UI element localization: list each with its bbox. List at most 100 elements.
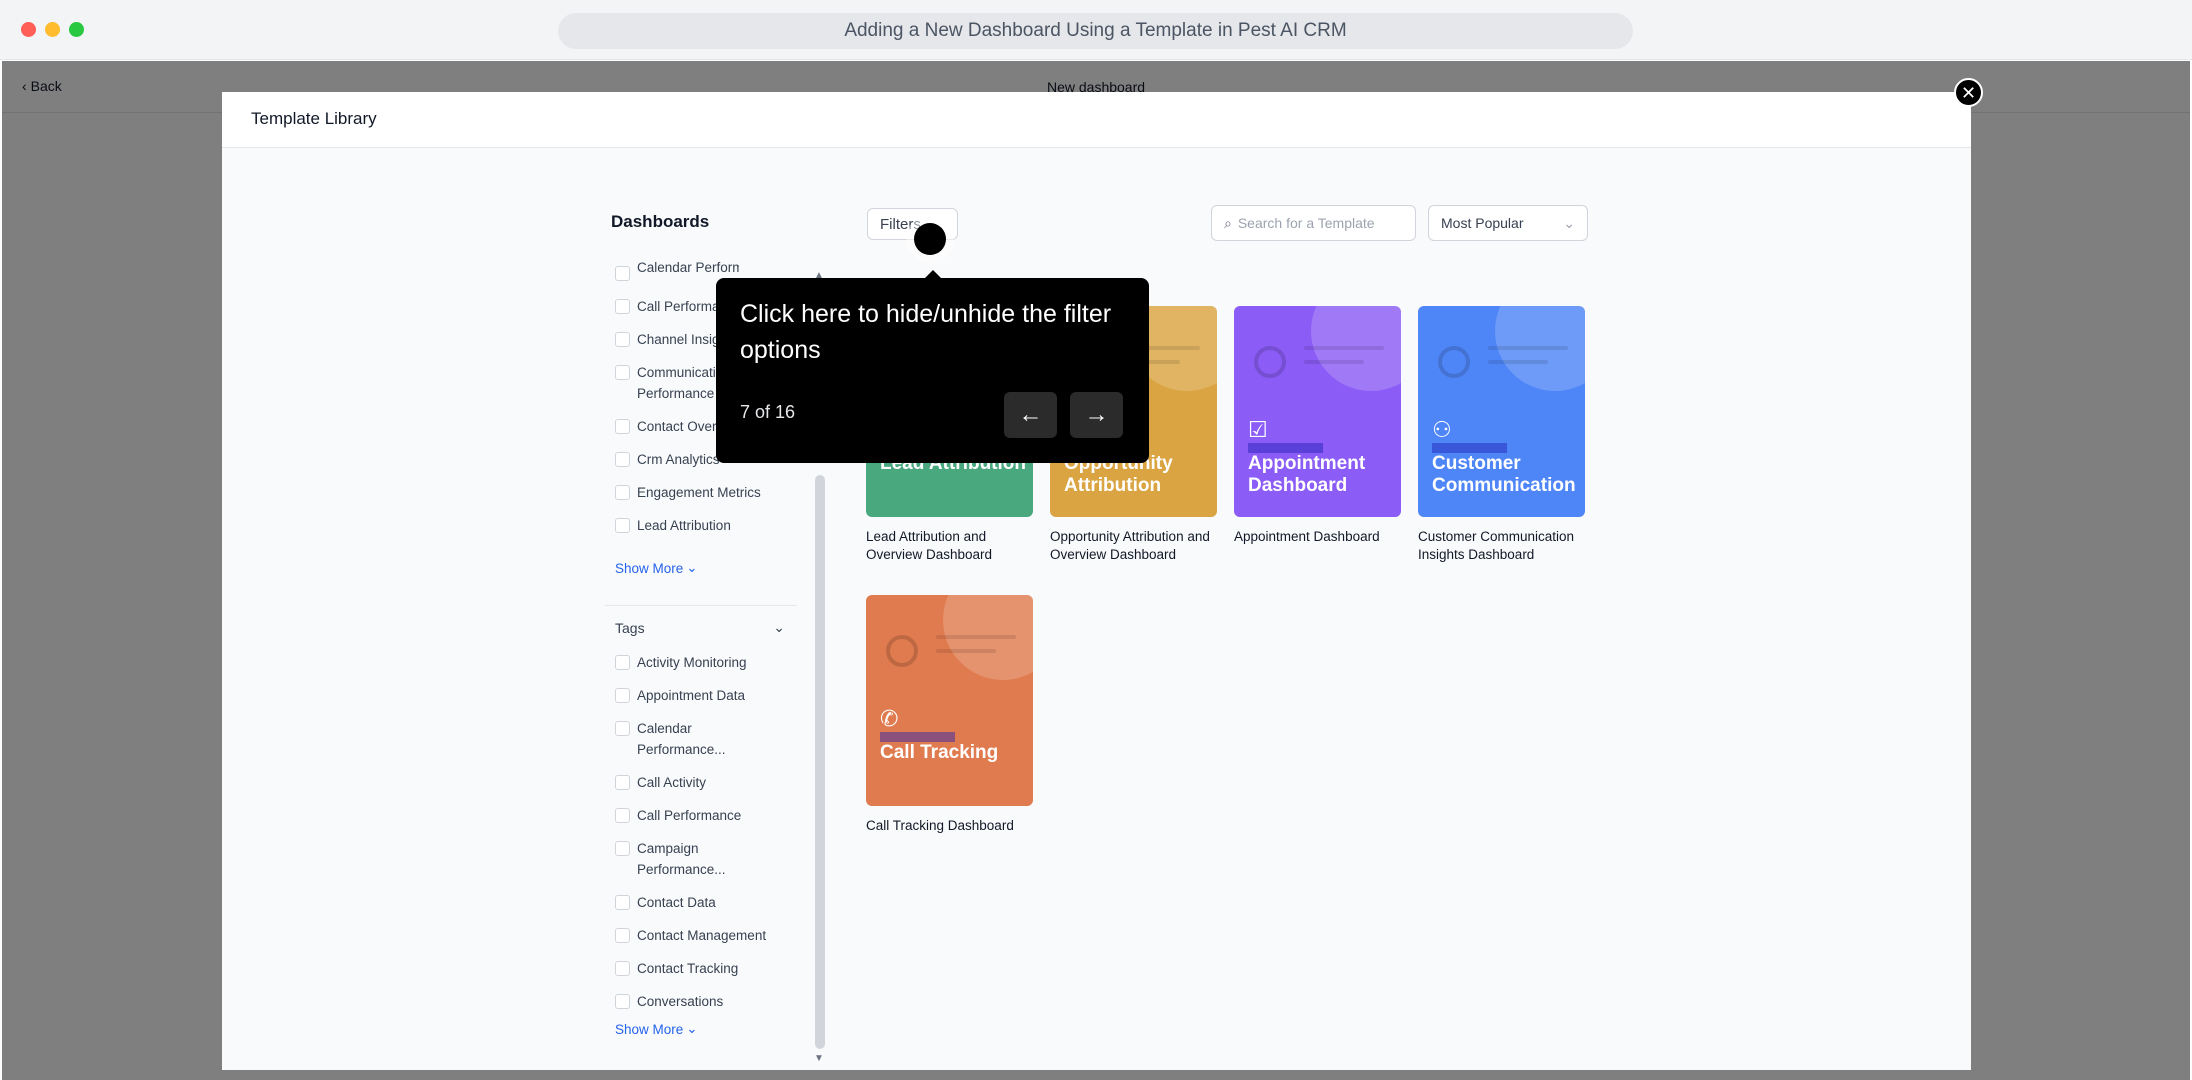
- bar-graphic: [1248, 443, 1323, 453]
- tooltip-step-counter: 7 of 16: [740, 402, 796, 422]
- tag-label: Contact Data: [637, 895, 716, 910]
- tooltip-previous-button[interactable]: ←: [1004, 392, 1057, 438]
- category-label: Channel Insights: [637, 332, 727, 347]
- template-thumbnail[interactable]: ⚇ Customer Communication: [1418, 306, 1585, 517]
- template-thumbnail[interactable]: ✆ Call Tracking: [866, 595, 1033, 806]
- close-modal-button[interactable]: ✕: [1954, 78, 1983, 107]
- category-label: Lead Attribution: [637, 518, 731, 533]
- template-heading: Call Tracking: [880, 742, 999, 763]
- donut-graphic: [886, 635, 918, 667]
- chevron-down-icon: ⌄: [773, 619, 785, 635]
- tag-item[interactable]: Call Performance: [615, 805, 815, 838]
- checkbox[interactable]: [615, 485, 630, 500]
- tag-label: Contact Management: [637, 928, 767, 943]
- line-graphic: [936, 635, 1016, 639]
- checkbox[interactable]: [615, 518, 630, 533]
- category-label: Contact Overview: [637, 419, 727, 434]
- arrow-left-icon: ←: [1018, 401, 1043, 428]
- tooltip-text: Click here to hide/unhide the filter opt…: [740, 300, 1112, 364]
- tag-item[interactable]: Calendar Performance...: [615, 718, 815, 772]
- tag-item[interactable]: Activity Monitoring: [615, 652, 815, 685]
- checkbox[interactable]: [615, 808, 630, 823]
- checkbox[interactable]: [615, 961, 630, 976]
- line-graphic: [1304, 346, 1384, 350]
- window-titlebar: Adding a New Dashboard Using a Template …: [0, 0, 2192, 60]
- template-library-modal: Template Library: [222, 92, 1971, 1070]
- phone-call-icon: ✆: [880, 706, 899, 731]
- template-card-customer-communication[interactable]: ⚇ Customer Communication Customer Commun…: [1418, 306, 1585, 564]
- template-thumbnail[interactable]: ☑ Appointment Dashboard: [1234, 306, 1401, 517]
- template-heading: Appointment Dashboard: [1248, 453, 1366, 496]
- category-label: Call Performance: [637, 299, 727, 314]
- bar-graphic: [1432, 443, 1507, 453]
- category-item[interactable]: Lead Attribution: [615, 515, 815, 560]
- checkbox[interactable]: [615, 688, 630, 703]
- window-title: Adding a New Dashboard Using a Template …: [558, 13, 1633, 49]
- donut-graphic: [1438, 346, 1470, 378]
- tag-item[interactable]: Contact Tracking: [615, 958, 815, 991]
- checkbox[interactable]: [615, 928, 630, 943]
- tag-list: Activity Monitoring Appointment Data Cal…: [615, 652, 815, 1037]
- close-window-button[interactable]: [21, 22, 36, 37]
- checkbox[interactable]: [615, 452, 630, 467]
- tag-label: Conversations: [637, 994, 724, 1009]
- minimize-window-button[interactable]: [45, 22, 60, 37]
- sidebar-title: Dashboards: [611, 212, 710, 231]
- hotspot-dot: [914, 223, 946, 255]
- show-more-categories-button[interactable]: Show More ⌄: [615, 560, 815, 576]
- tour-hotspot[interactable]: [906, 215, 954, 263]
- show-more-tags-button[interactable]: Show More ⌄: [615, 1021, 815, 1037]
- tag-item[interactable]: Contact Management: [615, 925, 815, 958]
- checkbox[interactable]: [615, 895, 630, 910]
- search-icon: ⌕: [1224, 214, 1232, 231]
- template-caption: Appointment Dashboard: [1234, 529, 1380, 544]
- modal-title: Template Library: [251, 109, 377, 128]
- template-card-call-tracking[interactable]: ✆ Call Tracking Call Tracking Dashboard: [866, 595, 1033, 835]
- checkbox[interactable]: [615, 266, 630, 281]
- line-graphic: [936, 649, 996, 653]
- modal-header: Template Library: [222, 92, 1971, 148]
- template-caption: Lead Attribution and Overview Dashboard: [866, 529, 993, 562]
- show-more-label: Show More: [615, 560, 684, 576]
- tour-tooltip: Click here to hide/unhide the filter opt…: [716, 278, 1149, 463]
- checkbox[interactable]: [615, 365, 630, 380]
- sidebar-divider: [605, 605, 797, 606]
- search-input[interactable]: ⌕ Search for a Template: [1211, 205, 1416, 241]
- tag-item[interactable]: Call Activity: [615, 772, 815, 805]
- sidebar-scrollbar[interactable]: [815, 475, 825, 1049]
- category-label: Calendar Performance: [637, 260, 739, 275]
- arrow-right-icon: →: [1084, 401, 1109, 428]
- checkbox[interactable]: [615, 419, 630, 434]
- checkbox[interactable]: [615, 721, 630, 736]
- maximize-window-button[interactable]: [69, 22, 84, 37]
- tag-label: Appointment Data: [637, 688, 746, 703]
- tag-item[interactable]: Campaign Performance...: [615, 838, 815, 892]
- chevron-down-icon: ⌄: [686, 560, 698, 575]
- checkbox[interactable]: [615, 299, 630, 314]
- line-graphic: [1304, 360, 1364, 364]
- tag-item[interactable]: Appointment Data: [615, 685, 815, 718]
- tag-label: Call Activity: [637, 775, 707, 790]
- checkbox[interactable]: [615, 655, 630, 670]
- calendar-check-icon: ☑: [1248, 417, 1268, 442]
- tag-item[interactable]: Contact Data: [615, 892, 815, 925]
- category-label: Communication Performance: [637, 365, 727, 401]
- users-icon: ⚇: [1432, 417, 1452, 442]
- tag-item[interactable]: Conversations: [615, 991, 815, 1021]
- checkbox[interactable]: [615, 775, 630, 790]
- tag-label: Contact Tracking: [637, 961, 739, 976]
- tag-label: Activity Monitoring: [637, 655, 747, 670]
- tooltip-next-button[interactable]: →: [1070, 392, 1123, 438]
- line-graphic: [1488, 346, 1568, 350]
- template-heading: Customer Communication: [1432, 453, 1576, 496]
- checkbox[interactable]: [615, 841, 630, 856]
- checkbox[interactable]: [615, 332, 630, 347]
- category-item[interactable]: Engagement Metrics: [615, 482, 815, 515]
- show-more-label: Show More: [615, 1021, 684, 1037]
- checkbox[interactable]: [615, 994, 630, 1009]
- scroll-down-icon[interactable]: ▼: [814, 1053, 824, 1064]
- template-card-appointment[interactable]: ☑ Appointment Dashboard Appointment Dash…: [1234, 306, 1401, 546]
- sort-select[interactable]: Most Popular ⌄: [1428, 205, 1588, 241]
- line-graphic: [1488, 360, 1548, 364]
- tags-header[interactable]: Tags ⌄: [615, 619, 785, 636]
